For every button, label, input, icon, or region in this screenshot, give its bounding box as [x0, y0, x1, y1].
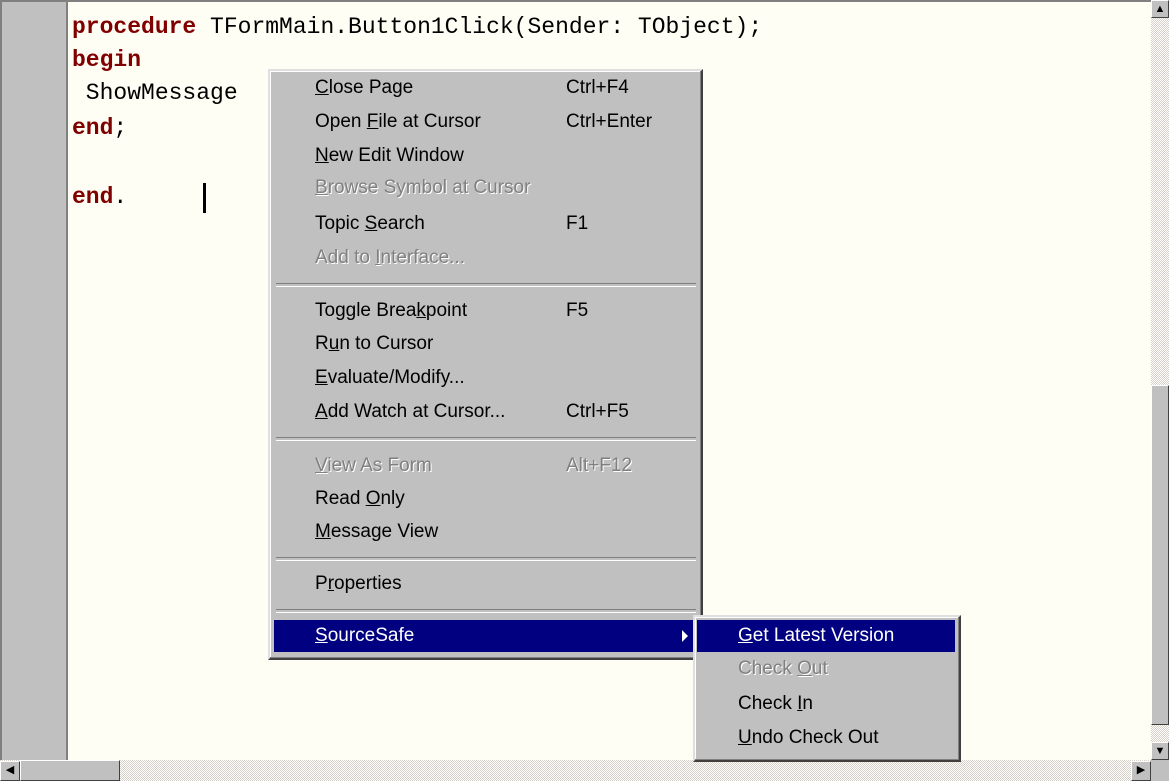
menu-item-check-in[interactable]: Check In [697, 688, 955, 720]
menu-shortcut: F1 [566, 213, 589, 234]
menu-shortcut: Ctrl+F5 [566, 401, 629, 422]
code-line-4: end; [72, 113, 127, 143]
keyword-end: end [72, 115, 114, 141]
menu-item-label: Toggle Breakpoint [315, 300, 468, 321]
menu-separator [276, 437, 696, 441]
menu-item-sourcesafe[interactable]: SourceSafe [274, 620, 696, 652]
menu-item-label: Open File at Cursor [315, 111, 481, 132]
menu-item-label: Add Watch at Cursor... [315, 401, 506, 422]
menu-item-label: Message View [315, 521, 439, 542]
code-line-3: ShowMessage [72, 78, 238, 108]
menu-item-add-watch-at-cursor[interactable]: Add Watch at Cursor... Ctrl+F5 [274, 396, 696, 428]
menu-item-properties[interactable]: Properties [274, 568, 696, 600]
menu-item-evaluate-modify[interactable]: Evaluate/Modify... [274, 362, 696, 394]
editor-gutter [2, 2, 66, 760]
menu-item-label: Browse Symbol at Cursor [315, 177, 531, 198]
menu-item-run-to-cursor[interactable]: Run to Cursor [274, 328, 696, 360]
menu-item-browse-symbol-at-cursor[interactable]: Browse Symbol at Cursor [274, 172, 696, 204]
menu-item-topic-search[interactable]: Topic Search F1 [274, 208, 696, 240]
menu-item-label: Check Out [738, 658, 828, 679]
menu-item-label: Check In [738, 693, 813, 714]
vertical-scroll-thumb[interactable] [1151, 385, 1169, 725]
text-caret [203, 183, 206, 213]
menu-separator [276, 283, 696, 287]
menu-item-close-page[interactable]: Close Page Ctrl+F4 [274, 72, 696, 104]
menu-item-open-file-at-cursor[interactable]: Open File at Cursor Ctrl+Enter [274, 106, 696, 138]
scrollbar-corner [1151, 760, 1169, 781]
menu-item-label: Read Only [315, 488, 405, 509]
menu-item-label: View As Form [315, 455, 432, 476]
menu-item-label: Add to Interface... [315, 247, 465, 268]
scroll-up-arrow-icon[interactable]: ▲ [1151, 0, 1169, 18]
menu-item-label: Undo Check Out [738, 727, 879, 748]
keyword-end-final: end [72, 184, 114, 210]
menu-item-label: Evaluate/Modify... [315, 367, 465, 388]
menu-item-new-edit-window[interactable]: New Edit Window [274, 140, 696, 172]
menu-separator [276, 609, 696, 613]
menu-item-label: Close Page [315, 77, 414, 98]
submenu-arrow-icon [682, 630, 688, 642]
menu-item-view-as-form[interactable]: View As Form Alt+F12 [274, 450, 696, 482]
gutter-divider [66, 2, 68, 760]
keyword-begin: begin [72, 47, 142, 73]
menu-item-label: New Edit Window [315, 145, 464, 166]
keyword-procedure: procedure [72, 14, 197, 40]
menu-item-message-view[interactable]: Message View [274, 516, 696, 548]
semicolon: ; [113, 115, 128, 141]
menu-separator [276, 557, 696, 561]
code-line-2: begin [72, 45, 141, 75]
menu-item-label: Get Latest Version [738, 625, 895, 646]
period: . [113, 184, 128, 210]
menu-item-read-only[interactable]: Read Only [274, 483, 696, 515]
menu-shortcut: Ctrl+F4 [566, 77, 629, 98]
menu-item-check-out[interactable]: Check Out [697, 653, 955, 685]
scroll-right-arrow-icon[interactable]: ▶ [1131, 761, 1151, 781]
menu-item-label: SourceSafe [315, 625, 415, 646]
menu-item-add-to-interface[interactable]: Add to Interface... [274, 242, 696, 274]
code-line-1: procedure TFormMain.Button1Click(Sender:… [72, 12, 762, 42]
menu-item-label: Properties [315, 573, 402, 594]
showmessage-call: ShowMessage [72, 80, 238, 106]
menu-item-undo-check-out[interactable]: Undo Check Out [697, 722, 955, 754]
menu-item-label: Run to Cursor [315, 333, 434, 354]
scroll-down-arrow-icon[interactable]: ▼ [1151, 742, 1169, 760]
procedure-signature: TFormMain.Button1Click(Sender: TObject); [196, 14, 763, 40]
menu-item-toggle-breakpoint[interactable]: Toggle Breakpoint F5 [274, 295, 696, 327]
menu-item-label: Topic Search [315, 213, 425, 234]
menu-shortcut: Alt+F12 [566, 455, 633, 476]
horizontal-scroll-thumb[interactable] [20, 760, 120, 781]
scroll-left-arrow-icon[interactable]: ◀ [0, 761, 20, 781]
code-line-6: end. [72, 182, 127, 212]
horizontal-scrollbar[interactable] [0, 760, 1151, 781]
menu-shortcut: Ctrl+Enter [566, 111, 653, 132]
menu-shortcut: F5 [566, 300, 589, 321]
menu-item-get-latest-version[interactable]: Get Latest Version [697, 620, 955, 652]
